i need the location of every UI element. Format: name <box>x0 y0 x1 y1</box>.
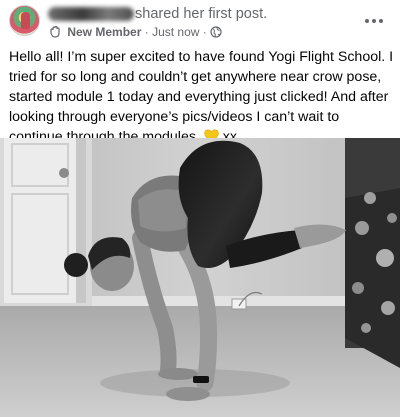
post-meta: New Member · Just now · <box>48 24 222 40</box>
post-text-main: Hello all! I’m super excited to have fou… <box>9 49 394 145</box>
more-dots-icon <box>365 19 369 23</box>
post-timestamp[interactable]: Just now <box>152 25 199 39</box>
wave-hand-icon <box>48 25 64 39</box>
author-name-redacted[interactable] <box>48 7 134 21</box>
post-header: shared her first post. New Member · Just… <box>0 0 400 44</box>
post-text: Hello all! I’m super excited to have fou… <box>9 47 395 149</box>
author-avatar[interactable] <box>9 5 40 36</box>
avatar-figure <box>21 12 30 29</box>
group-post: shared her first post. New Member · Just… <box>0 0 400 417</box>
author-line: shared her first post. <box>48 5 267 23</box>
globe-icon[interactable] <box>210 25 222 39</box>
more-options-button[interactable] <box>360 14 388 28</box>
more-dot <box>379 19 383 23</box>
more-dot <box>372 19 376 23</box>
yoga-crow-pose-photo <box>0 138 400 417</box>
post-photo[interactable] <box>0 138 400 417</box>
author-action-text: shared her first post. <box>135 6 268 22</box>
meta-separator: · <box>144 25 149 39</box>
new-member-badge[interactable]: New Member <box>67 25 141 39</box>
meta-separator: · <box>202 25 207 39</box>
